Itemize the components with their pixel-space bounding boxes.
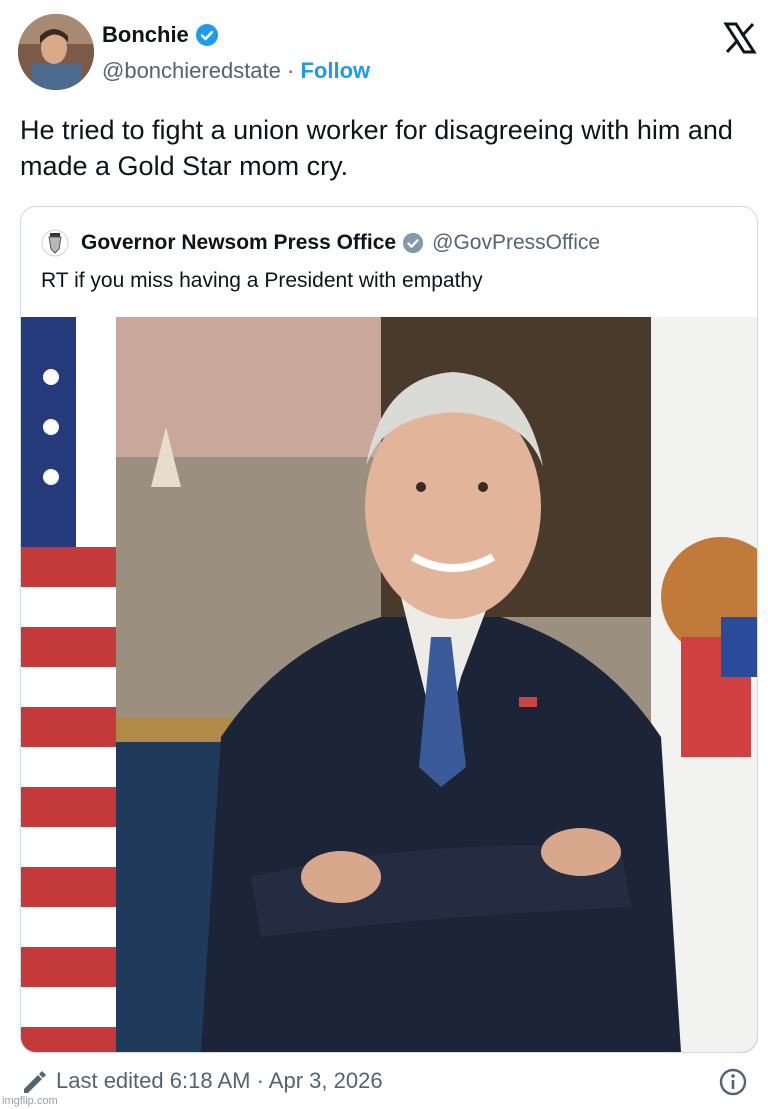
user-handle[interactable]: @bonchieredstate (102, 58, 281, 83)
user-name[interactable]: Bonchie (102, 22, 189, 48)
quote-text: RT if you miss having a President with e… (41, 269, 483, 292)
avatar[interactable] (18, 14, 94, 90)
verified-badge-icon (195, 24, 218, 46)
quote-avatar[interactable] (41, 229, 69, 257)
quote-author-name[interactable]: Governor Newsom Press Office (81, 231, 396, 255)
tweet-text: He tried to fight a union worker for dis… (20, 115, 733, 181)
pencil-icon (24, 1071, 46, 1093)
separator-dot: · (287, 58, 295, 83)
verified-badge-icon (403, 232, 424, 254)
imgflip-watermark: imgflip.com (2, 1095, 58, 1107)
x-logo-icon[interactable] (722, 20, 758, 56)
quote-author-handle[interactable]: @GovPressOffice (432, 231, 600, 255)
info-icon[interactable] (718, 1067, 748, 1097)
tweet-footer: Last edited 6:18 AM · Apr 3, 2026 (20, 1064, 760, 1098)
last-edited-timestamp[interactable]: Last edited 6:18 AM · Apr 3, 2026 (56, 1068, 383, 1094)
quoted-tweet[interactable]: Governor Newsom Press Office @GovPressOf… (20, 206, 758, 1053)
tweet-header: Bonchie @bonchieredstate · Follow (18, 14, 758, 94)
quote-photo[interactable] (21, 317, 757, 1052)
follow-button[interactable]: Follow (300, 58, 370, 83)
